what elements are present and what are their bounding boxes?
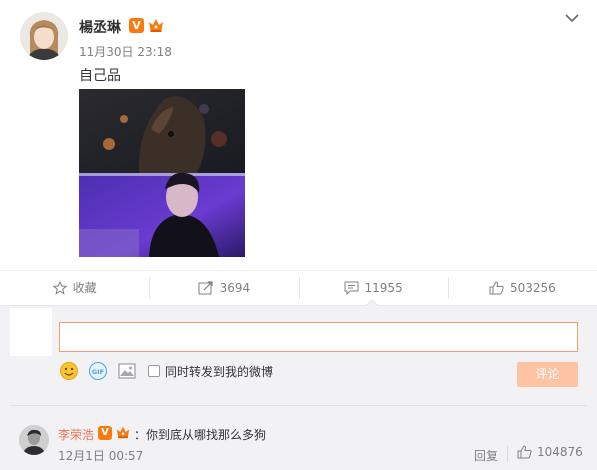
comment-count: 11955	[364, 280, 403, 295]
comment-like-button[interactable]: 104876	[517, 445, 583, 459]
repost-button[interactable]: 3694	[149, 271, 298, 304]
forward-checkbox[interactable]	[148, 365, 160, 377]
emoji-icon[interactable]	[59, 361, 79, 381]
verified-icon: V	[129, 18, 144, 33]
comment-avatar[interactable]	[19, 425, 49, 455]
author-name[interactable]: 楊丞琳	[79, 17, 121, 37]
comment-reply-button[interactable]: 回复	[474, 447, 498, 464]
comment-action-separator	[507, 446, 508, 462]
comment-like-count: 104876	[537, 445, 583, 459]
crown-icon	[149, 19, 163, 32]
post-action-bar: 收藏 3694 11955 503256	[0, 270, 597, 304]
forward-label: 同时转发到我的微博	[165, 364, 274, 379]
comment-icon	[344, 281, 359, 295]
comment-text: ：你到底从哪找那么多狗	[134, 428, 267, 442]
comment-crown-icon	[116, 426, 130, 439]
repost-icon	[198, 280, 213, 294]
star-icon	[52, 280, 67, 295]
favorite-button[interactable]: 收藏	[0, 271, 149, 304]
submit-comment-button[interactable]: 评论	[517, 362, 578, 387]
favorite-label: 收藏	[72, 281, 97, 295]
comment-username[interactable]: 李荣浩	[58, 426, 94, 443]
gif-icon[interactable]: GIF	[88, 361, 108, 381]
like-button[interactable]: 503256	[447, 271, 597, 304]
like-count: 503256	[509, 280, 556, 295]
image-icon[interactable]	[117, 361, 137, 381]
thumbs-up-icon	[489, 280, 504, 294]
current-user-avatar	[10, 308, 52, 356]
comment-divider	[10, 405, 587, 406]
svg-text:GIF: GIF	[92, 368, 104, 376]
thumbs-up-icon	[517, 445, 532, 459]
comment-timestamp: 12月1日 00:57	[58, 449, 144, 463]
comment-tools: GIF 同时转发到我的微博	[59, 361, 273, 381]
post-image[interactable]	[79, 89, 245, 257]
repost-count: 3694	[219, 280, 251, 295]
post-timestamp[interactable]: 11月30日 23:18	[79, 43, 172, 60]
comment-verified-icon: V	[98, 426, 112, 440]
author-avatar[interactable]	[20, 12, 68, 60]
comment-caret-icon	[366, 299, 378, 306]
chevron-down-icon[interactable]	[564, 11, 580, 25]
comment-input[interactable]	[59, 322, 578, 352]
post-text: 自己品	[79, 68, 121, 84]
